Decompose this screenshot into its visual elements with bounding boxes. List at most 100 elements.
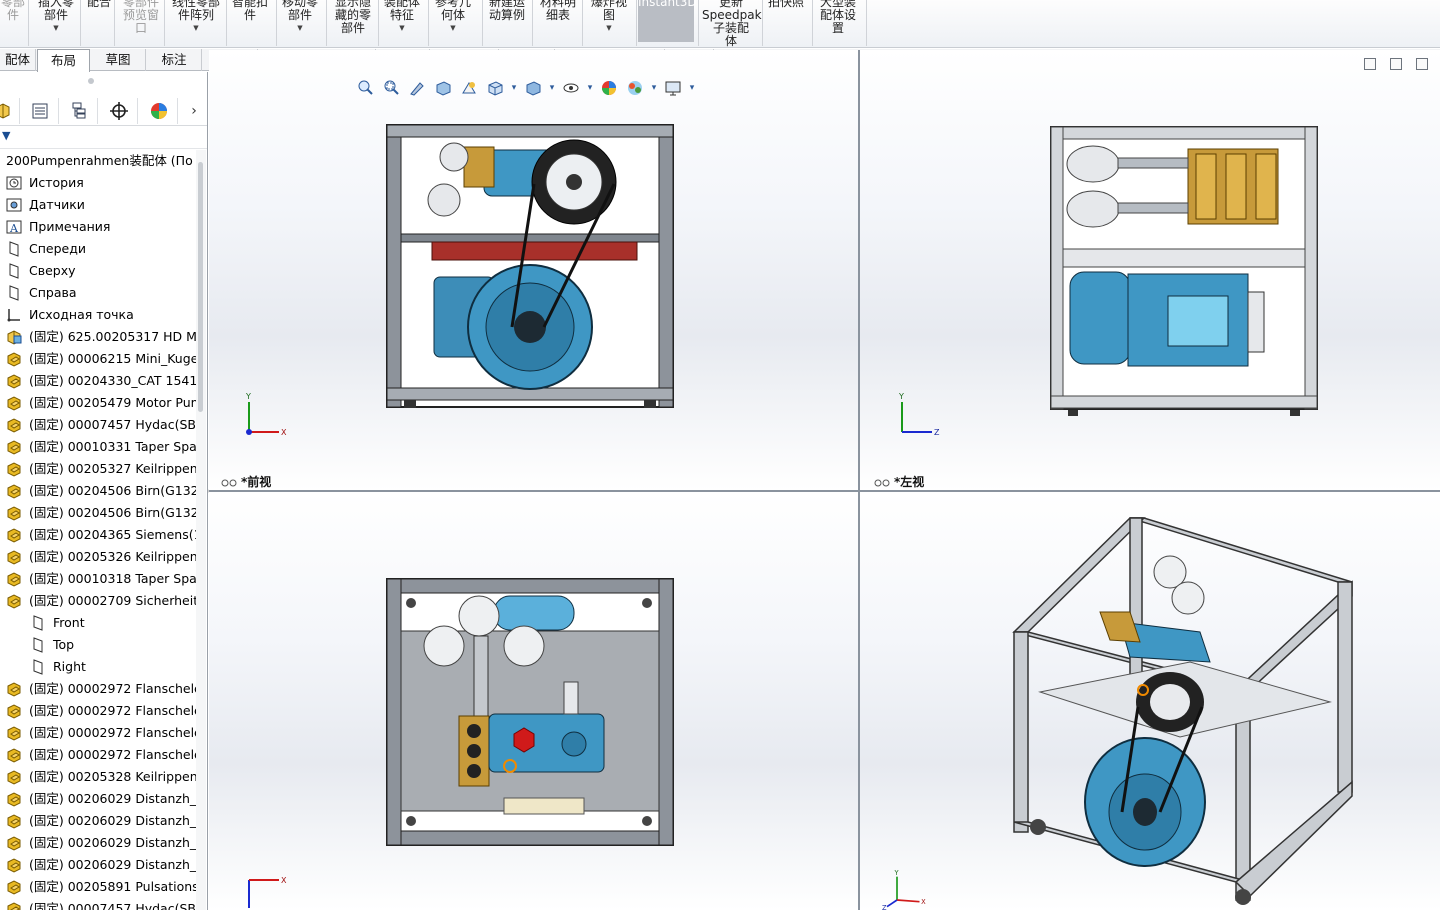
view-settings-dropdown[interactable]: ▾ [688,77,696,99]
ribbon-button-11[interactable]: 材料明 细表 [536,0,580,22]
hide-show-dropdown[interactable]: ▾ [586,77,594,99]
tab-display-manager[interactable] [140,98,178,124]
view-orientation-dropdown[interactable]: ▾ [510,77,518,99]
display-style-dropdown[interactable]: ▾ [548,77,556,99]
ribbon-button-13[interactable]: Instant3D [638,0,697,42]
ribbon-button-2[interactable]: 配合 [84,0,114,9]
viewport-splitter-horizontal[interactable] [209,490,1440,492]
tree-item[interactable]: (固定) 00204365 Siemens(1L [0,524,196,546]
previous-view-button[interactable] [406,77,428,99]
tree-root[interactable]: 200Pumpenrahmen装配体 (По у [0,150,196,172]
ribbon-button-7[interactable]: 显示隐 藏的零 部件 [330,0,376,35]
ribbon-button-8[interactable]: 装配体 特征 ▼ [382,0,422,32]
display-style-button[interactable] [522,77,544,99]
tree-item[interactable]: Исходная точка [0,304,196,326]
dropdown-arrow-icon[interactable]: ▼ [382,24,422,32]
panel-tabs-more-button[interactable]: › [180,98,207,124]
tree-item[interactable]: Датчики [0,194,196,216]
tree-scrollbar-thumb[interactable] [198,162,203,412]
tab-1[interactable]: 布局 [37,49,90,72]
view-settings-button[interactable] [662,77,684,99]
tree-item[interactable]: (固定) 00204506 Birn(G132_ [0,480,196,502]
tab-property-manager[interactable] [21,98,59,124]
tree-scrollbar[interactable] [196,150,206,910]
tree-item[interactable]: (固定) 00205326 Keilrippens [0,546,196,568]
tree-item[interactable]: Right [0,656,196,678]
ribbon-button-1[interactable]: 插入零 部件 ▼ [34,0,78,32]
model-isometric-view[interactable] [1010,512,1360,910]
viewport-left[interactable]: Y Z *左视 [860,50,1440,490]
tree-item[interactable]: (固定) 00002972 Flanschelen [0,722,196,744]
dropdown-arrow-icon[interactable]: ▼ [168,24,224,32]
tree-item[interactable]: (固定) 00002972 Flanschelen [0,700,196,722]
ribbon-button-9[interactable]: 参考几 何体 ▼ [430,0,476,32]
viewport-splitter-vertical[interactable] [858,50,860,910]
tree-item[interactable]: Front [0,612,196,634]
tree-item[interactable]: (固定) 00205328 Keilrippenr [0,766,196,788]
model-top-view[interactable] [384,576,676,848]
apply-scene-button[interactable] [624,77,646,99]
tree-item[interactable]: (固定) 00002972 Flanschelen [0,744,196,766]
viewport-restore-icon[interactable] [1364,58,1376,70]
dropdown-arrow-icon[interactable]: ▼ [34,24,78,32]
ribbon-button-0[interactable]: 零部 件 [0,0,26,22]
tree-item[interactable]: История [0,172,196,194]
view-orientation-button[interactable] [484,77,506,99]
model-left-view[interactable] [1048,124,1320,416]
tree-item[interactable]: (固定) 00010331 Taper Spar [0,436,196,458]
viewport-front[interactable]: ▾ ▾ ▾ ▾ ▾ Y X *前视 [209,50,858,490]
zoom-to-area-button[interactable] [380,77,402,99]
ribbon-button-16[interactable]: 大型装 配体设 置 [815,0,861,35]
ribbon-button-5[interactable]: 智能扣 件 [230,0,270,22]
section-view-button[interactable] [432,77,454,99]
tree-item[interactable]: (固定) 00204330_CAT 1541< [0,370,196,392]
tab-2[interactable]: 草图 [91,49,146,71]
tree-item[interactable]: (固定) 00205327 Keilrippens [0,458,196,480]
panel-drag-handle[interactable] [88,78,94,84]
viewport-maximize-icon[interactable] [1390,58,1402,70]
dynamic-annotation-button[interactable] [458,77,480,99]
tree-item[interactable]: (固定) 00007457 Hydac(SBO [0,898,196,910]
hide-show-items-button[interactable] [560,77,582,99]
tree-item[interactable]: (固定) 00206029 Distanzh_X_ [0,788,196,810]
tree-item[interactable]: (固定) 00206029 Distanzh_X_ [0,810,196,832]
tab-configuration-manager[interactable] [60,98,98,124]
zoom-to-fit-button[interactable] [354,77,376,99]
tree-item[interactable]: (固定) 625.00205317 HD Mo [0,326,196,348]
ribbon-button-3[interactable]: 零部件 预览窗 口 [118,0,164,35]
edit-appearance-button[interactable] [598,77,620,99]
ribbon-button-15[interactable]: 拍快照 [765,0,807,9]
dropdown-arrow-icon[interactable]: ▼ [278,24,322,32]
viewport-close-icon[interactable] [1416,58,1428,70]
dropdown-arrow-icon[interactable]: ▼ [586,24,632,32]
tree-item[interactable]: (固定) 00206029 Distanzh_X_ [0,854,196,876]
tab-dimxpert-manager[interactable] [100,98,138,124]
tree-item[interactable]: (固定) 00006215 Mini_Kugell [0,348,196,370]
ribbon-button-14[interactable]: 更新 Speedpak 子装配 体 [702,0,762,47]
tree-item[interactable]: Top [0,634,196,656]
tree-item[interactable]: Спереди [0,238,196,260]
viewport-isometric[interactable]: Y X Z [860,492,1440,910]
tree-item[interactable]: (固定) 00204506 Birn(G132_ [0,502,196,524]
tree-item[interactable]: (固定) 00206029 Distanzh_X_ [0,832,196,854]
tab-3[interactable]: 标注 [147,49,202,71]
tree-item[interactable]: A Примечания [0,216,196,238]
ribbon-button-6[interactable]: 移动零 部件 ▼ [278,0,322,32]
tree-item[interactable]: (固定) 00205891 Pulsationsa [0,876,196,898]
tree-item[interactable]: Сверху [0,260,196,282]
tree-item[interactable]: (固定) 00002709 Sicherheits [0,590,196,612]
ribbon-button-12[interactable]: 爆炸视 图 ▼ [586,0,632,32]
graphics-area[interactable]: ▾ ▾ ▾ ▾ ▾ Y X *前视 Y Z *左视 X Y X Z [209,50,1440,910]
tree-item[interactable]: (固定) 00002972 Flanschelen [0,678,196,700]
tree-item[interactable]: Справа [0,282,196,304]
dropdown-arrow-icon[interactable]: ▼ [430,24,476,32]
apply-scene-dropdown[interactable]: ▾ [650,77,658,99]
tab-0[interactable]: 配体 [0,49,36,71]
tree-item[interactable]: (固定) 00205479 Motor Pum [0,392,196,414]
filter-icon[interactable]: ▼ [2,129,10,142]
tree-item[interactable]: (固定) 00010318 Taper Spar [0,568,196,590]
ribbon-button-4[interactable]: 线性零部 件阵列 ▼ [168,0,224,32]
viewport-top[interactable]: Z X [209,492,858,910]
tree-item[interactable]: (固定) 00007457 Hydac(SBO [0,414,196,436]
ribbon-button-10[interactable]: 新建运 动算例 [485,0,529,22]
